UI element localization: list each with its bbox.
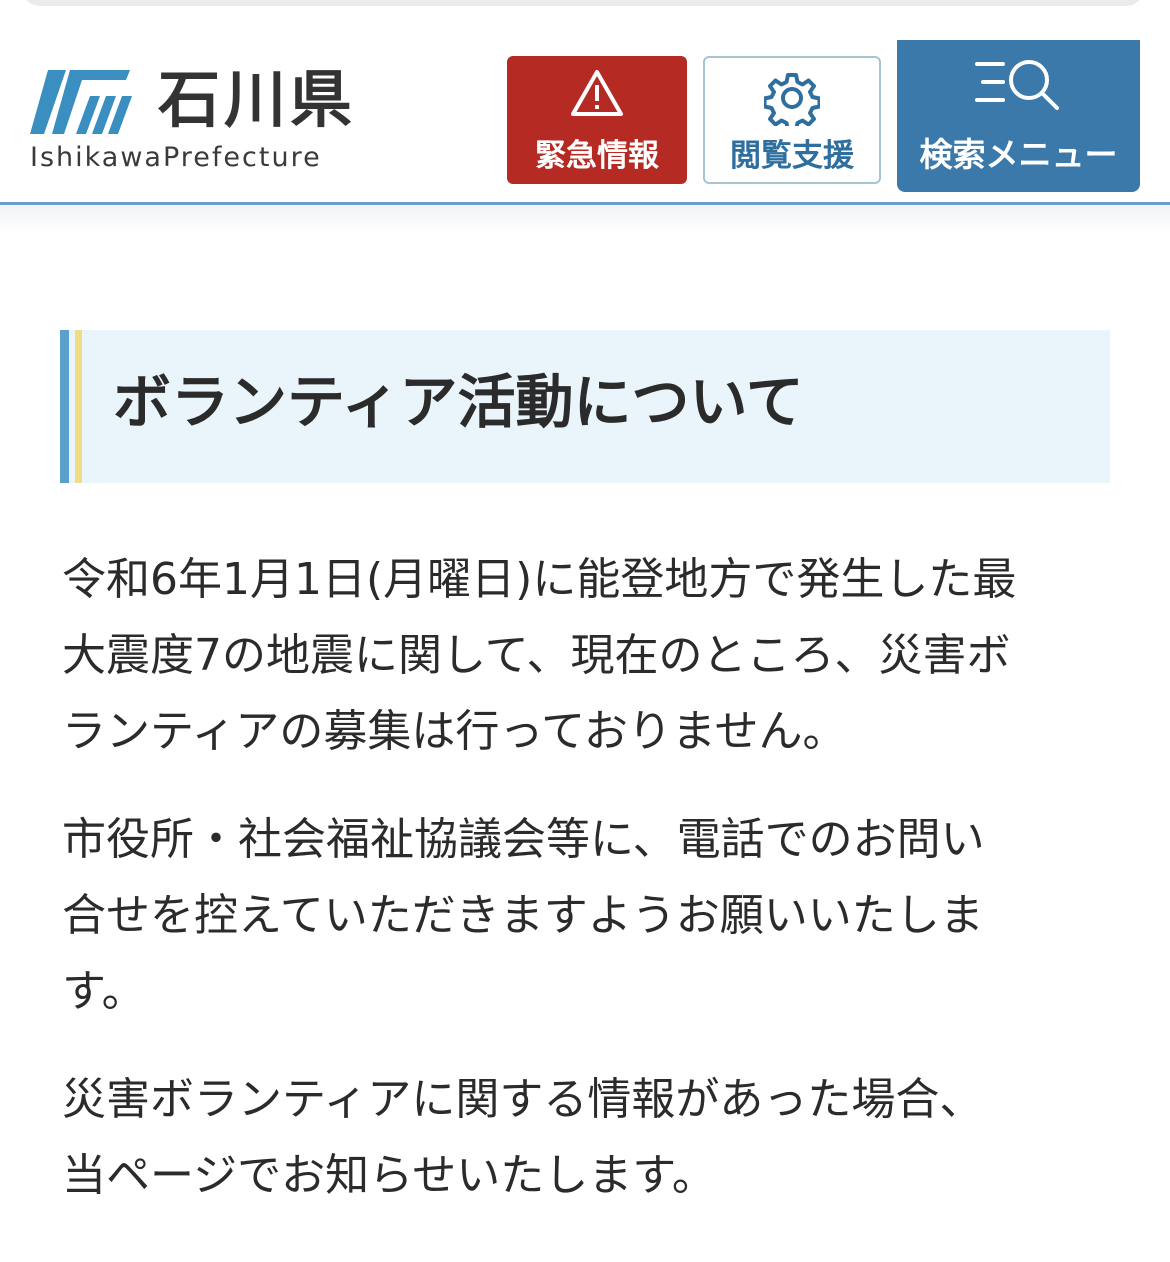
site-header: 石川県 IshikawaPrefecture 緊急情報 閲覧支援 検索メニュー <box>0 40 1170 205</box>
text-line: 災害ボランティアに関する情報があった場合、 <box>62 1074 984 1125</box>
header-shadow <box>0 205 1170 235</box>
main-content: 令和6年1月1日(月曜日)に能登地方で発生した最 大震度7の地震に関して、現在の… <box>62 542 1122 1246</box>
site-subtitle: IshikawaPrefecture <box>30 142 322 173</box>
page-title: ボランティア活動について <box>113 368 804 436</box>
page-title-block: ボランティア活動について <box>60 330 1110 483</box>
gear-icon <box>764 73 820 126</box>
text-line: 令和6年1月1日(月曜日)に能登地方で発生した最 <box>62 554 1017 605</box>
url-field[interactable] <box>22 0 1144 6</box>
text-line: 市役所・社会福祉協議会等に、電話でのお問い <box>62 814 985 865</box>
paragraph-request: 市役所・社会福祉協議会等に、電話でのお問い 合せを控えていただきますようお願いい… <box>62 802 1122 1030</box>
search-menu-button[interactable]: 検索メニュー <box>897 40 1140 192</box>
accessibility-button[interactable]: 閲覧支援 <box>703 56 881 184</box>
site-logo[interactable]: 石川県 IshikawaPrefecture <box>30 62 370 182</box>
text-line: 当ページでお知らせいたします。 <box>62 1150 716 1201</box>
text-line: 合せを控えていただきますようお願いいたしま <box>62 890 984 941</box>
menu-search-icon <box>975 60 1059 110</box>
accessibility-label: 閲覧支援 <box>730 138 854 174</box>
paragraph-notice: 令和6年1月1日(月曜日)に能登地方で発生した最 大震度7の地震に関して、現在の… <box>62 542 1122 770</box>
text-line: す。 <box>62 966 146 1017</box>
site-name: 石川県 <box>158 63 357 136</box>
text-line: 大震度7の地震に関して、現在のところ、災害ボ <box>62 630 1011 681</box>
paragraph-future-info: 災害ボランティアに関する情報があった場合、 当ページでお知らせいたします。 <box>62 1062 1122 1214</box>
search-menu-label: 検索メニュー <box>919 135 1118 174</box>
browser-address-bar <box>0 0 1170 41</box>
title-accent-bar-blue <box>60 330 69 483</box>
text-line: ランティアの募集は行っておりません。 <box>62 706 847 757</box>
warning-triangle-icon <box>571 70 623 116</box>
title-accent-bar-yellow <box>75 330 82 483</box>
ishikawa-logo-mark-icon <box>30 70 132 134</box>
emergency-info-button[interactable]: 緊急情報 <box>507 56 687 184</box>
emergency-info-label: 緊急情報 <box>535 138 659 174</box>
